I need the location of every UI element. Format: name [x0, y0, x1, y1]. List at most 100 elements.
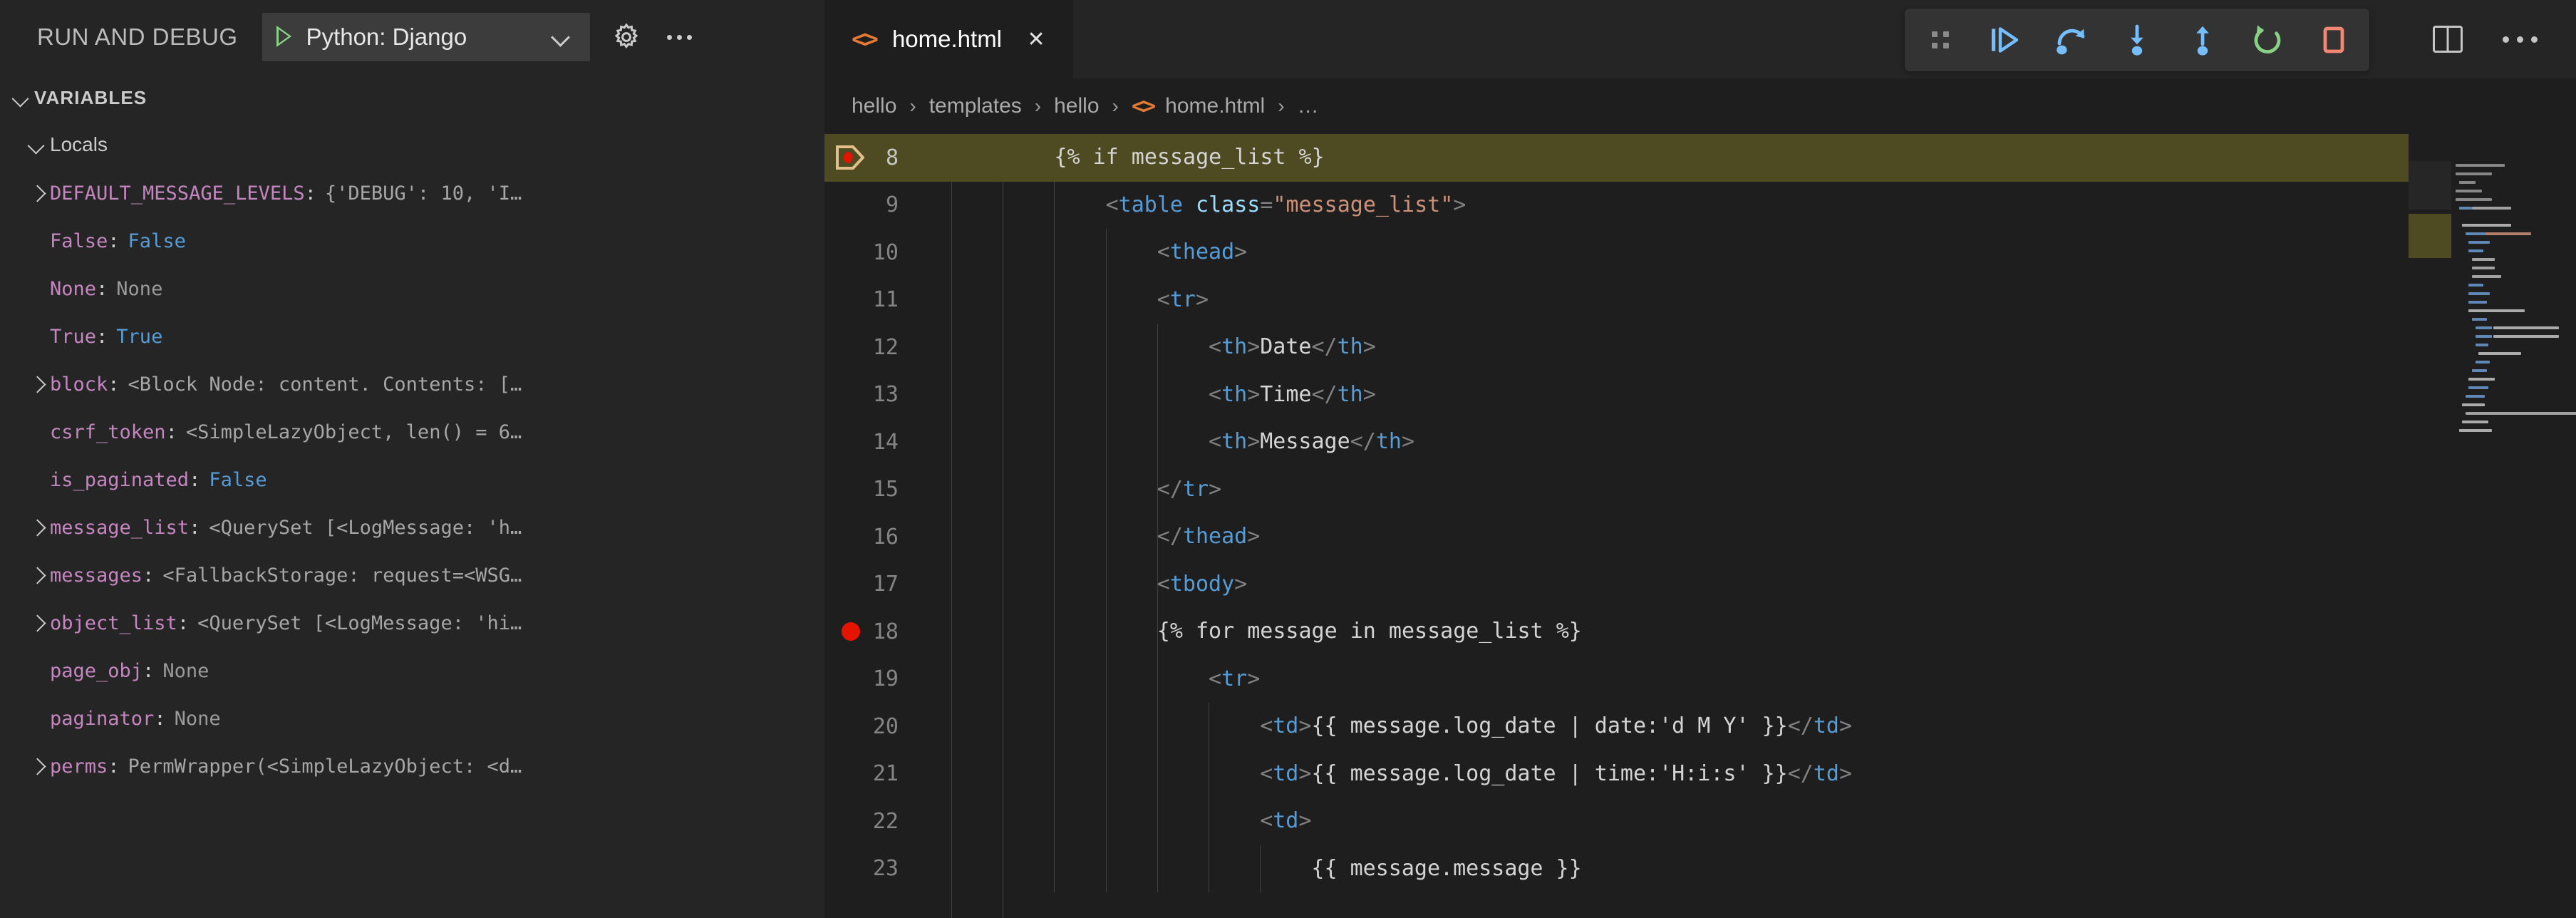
code-line-20[interactable]: <td>{{ message.log_date | date:'d M Y' }… [917, 703, 2576, 751]
code-token: {% if message_list %} [1054, 145, 1324, 170]
tree-indent [23, 276, 50, 303]
variable-row[interactable]: messages:<FallbackStorage: request=<WSG… [0, 552, 824, 599]
gear-icon[interactable] [610, 22, 643, 52]
gutter-line-22[interactable]: 22 [824, 798, 917, 845]
gutter-line-21[interactable]: 21 [824, 751, 917, 798]
minimap-token [2476, 335, 2492, 338]
chevron-right-icon[interactable] [23, 562, 50, 589]
code-line-14[interactable]: <th>Message</th> [917, 418, 2576, 466]
debug-floating-toolbar[interactable] [1905, 9, 2369, 71]
gutter-line-19[interactable]: 19 [824, 656, 917, 703]
play-icon[interactable] [272, 25, 296, 49]
code-line-21[interactable]: <td>{{ message.log_date | time:'H:i:s' }… [917, 751, 2576, 798]
code-line-16[interactable]: </thead> [917, 513, 2576, 561]
chevron-right-icon[interactable] [23, 515, 50, 542]
breadcrumb-item[interactable]: templates [929, 94, 1022, 118]
line-number: 19 [873, 666, 899, 691]
code-line-13[interactable]: <th>Time</th> [917, 371, 2576, 419]
code-line-11[interactable]: <tr> [917, 277, 2576, 324]
variable-row[interactable]: object_list:<QuerySet [<LogMessage: 'hi… [0, 599, 824, 647]
gutter-line-8[interactable]: 8 [824, 134, 917, 182]
run-and-debug-panel: RUN AND DEBUG Python: Django VARIABLES [0, 0, 824, 918]
close-icon[interactable]: ✕ [1023, 27, 1049, 52]
editor-gutter[interactable]: 8910111213 14 15161718 19 20212223 [824, 134, 917, 918]
code-line-text: {% for message in message_list %} [917, 619, 1582, 644]
editor-code-content[interactable]: {% if message_list %} <table class="messa… [917, 134, 2576, 918]
chevron-down-icon[interactable] [7, 84, 34, 111]
code-token: < [1260, 713, 1273, 738]
breadcrumb-item[interactable]: … [1298, 94, 1319, 118]
code-line-19[interactable]: <tr> [917, 656, 2576, 703]
variables-section-header[interactable]: VARIABLES [0, 74, 824, 121]
code-line-23[interactable]: {{ message.message }} [917, 845, 2576, 893]
gutter-line-13[interactable]: 13 [824, 371, 917, 419]
breadcrumb-item[interactable]: home.html [1165, 94, 1265, 118]
breakpoint-icon[interactable] [842, 622, 860, 641]
code-token: > [1247, 429, 1260, 454]
minimap-slider[interactable] [2409, 161, 2451, 210]
variable-row[interactable]: True:True [0, 313, 824, 361]
gutter-line-23[interactable]: 23 [824, 845, 917, 893]
gutter-line-14[interactable]: 14 [824, 418, 917, 466]
gutter-line-12[interactable]: 12 [824, 324, 917, 371]
variable-row[interactable]: block:<Block Node: content. Contents: [… [0, 361, 824, 408]
line-number: 14 [873, 430, 899, 455]
variable-row[interactable]: csrf_token:<SimpleLazyObject, len() = 6… [0, 408, 824, 456]
gutter-line-10[interactable]: 10 [824, 229, 917, 277]
variable-row[interactable]: DEFAULT_MESSAGE_LEVELS:{'DEBUG': 10, 'I… [0, 170, 824, 217]
variable-row[interactable]: paginator:None [0, 695, 824, 743]
step-into-icon[interactable] [2117, 20, 2157, 60]
code-line-8[interactable]: {% if message_list %} [917, 134, 2576, 182]
drag-handle-icon[interactable] [1920, 20, 1960, 60]
minimap-token [2456, 198, 2492, 201]
variable-row[interactable]: page_obj:None [0, 647, 824, 695]
gutter-line-18[interactable]: 18 [824, 608, 917, 656]
step-out-icon[interactable] [2183, 20, 2223, 60]
code-token: > [1839, 761, 1852, 786]
gutter-line-17[interactable]: 17 [824, 561, 917, 609]
variable-row[interactable]: perms:PermWrapper(<SimpleLazyObject: <d… [0, 743, 824, 790]
chevron-right-icon[interactable] [23, 610, 50, 637]
variable-row[interactable]: False:False [0, 217, 824, 265]
gutter-line-15[interactable]: 15 [824, 466, 917, 514]
html-file-icon: <> [852, 25, 876, 53]
chevron-right-icon[interactable] [23, 753, 50, 780]
debug-configuration-dropdown[interactable]: Python: Django [262, 13, 590, 61]
panel-more-actions-icon[interactable] [660, 28, 699, 47]
gutter-line-9[interactable]: 9 [824, 182, 917, 230]
step-over-icon[interactable] [2052, 20, 2091, 60]
variable-row[interactable]: is_paginated:False [0, 456, 824, 504]
gutter-line-20[interactable]: 20 [824, 703, 917, 751]
code-line-12[interactable]: <th>Date</th> [917, 324, 2576, 371]
variable-row[interactable]: None:None [0, 265, 824, 313]
gutter-line-11[interactable]: 11 [824, 277, 917, 324]
code-line-9[interactable]: <table class="message_list"> [917, 182, 2576, 230]
code-line-15[interactable]: </tr> [917, 466, 2576, 514]
restart-icon[interactable] [2248, 20, 2288, 60]
chevron-right-icon[interactable] [23, 180, 50, 207]
code-line-17[interactable]: <tbody> [917, 561, 2576, 609]
tab-home-html[interactable]: <> home.html ✕ [824, 0, 1073, 78]
code-line-10[interactable]: <thead> [917, 229, 2576, 277]
split-editor-icon[interactable] [2433, 26, 2463, 53]
stop-icon[interactable] [2314, 20, 2354, 60]
continue-icon[interactable] [1986, 20, 2026, 60]
minimap-current-line [2409, 214, 2451, 258]
code-token: < [1157, 572, 1170, 597]
code-editor[interactable]: 8910111213 14 15161718 19 20212223 {% if mes… [824, 134, 2576, 918]
code-line-22[interactable]: <td> [917, 798, 2576, 845]
code-token: {{ message.log_date | time:'H:i:s' }} [1311, 761, 1787, 786]
code-token: < [1157, 287, 1170, 312]
tree-indent [23, 324, 50, 351]
breadcrumb-item[interactable]: hello [1054, 94, 1099, 118]
code-line-18[interactable]: {% for message in message_list %} [917, 608, 2576, 656]
chevron-down-icon[interactable] [23, 131, 50, 158]
variable-row[interactable]: message_list:<QuerySet [<LogMessage: 'h… [0, 504, 824, 552]
editor-minimap[interactable] [2409, 134, 2576, 918]
breadcrumb-item[interactable]: hello [852, 94, 896, 118]
chevron-down-icon[interactable] [552, 28, 570, 46]
gutter-line-16[interactable]: 16 [824, 513, 917, 561]
ellipsis-icon[interactable] [2503, 36, 2538, 43]
chevron-right-icon[interactable] [23, 371, 50, 398]
scope-locals-row[interactable]: Locals [0, 121, 824, 168]
